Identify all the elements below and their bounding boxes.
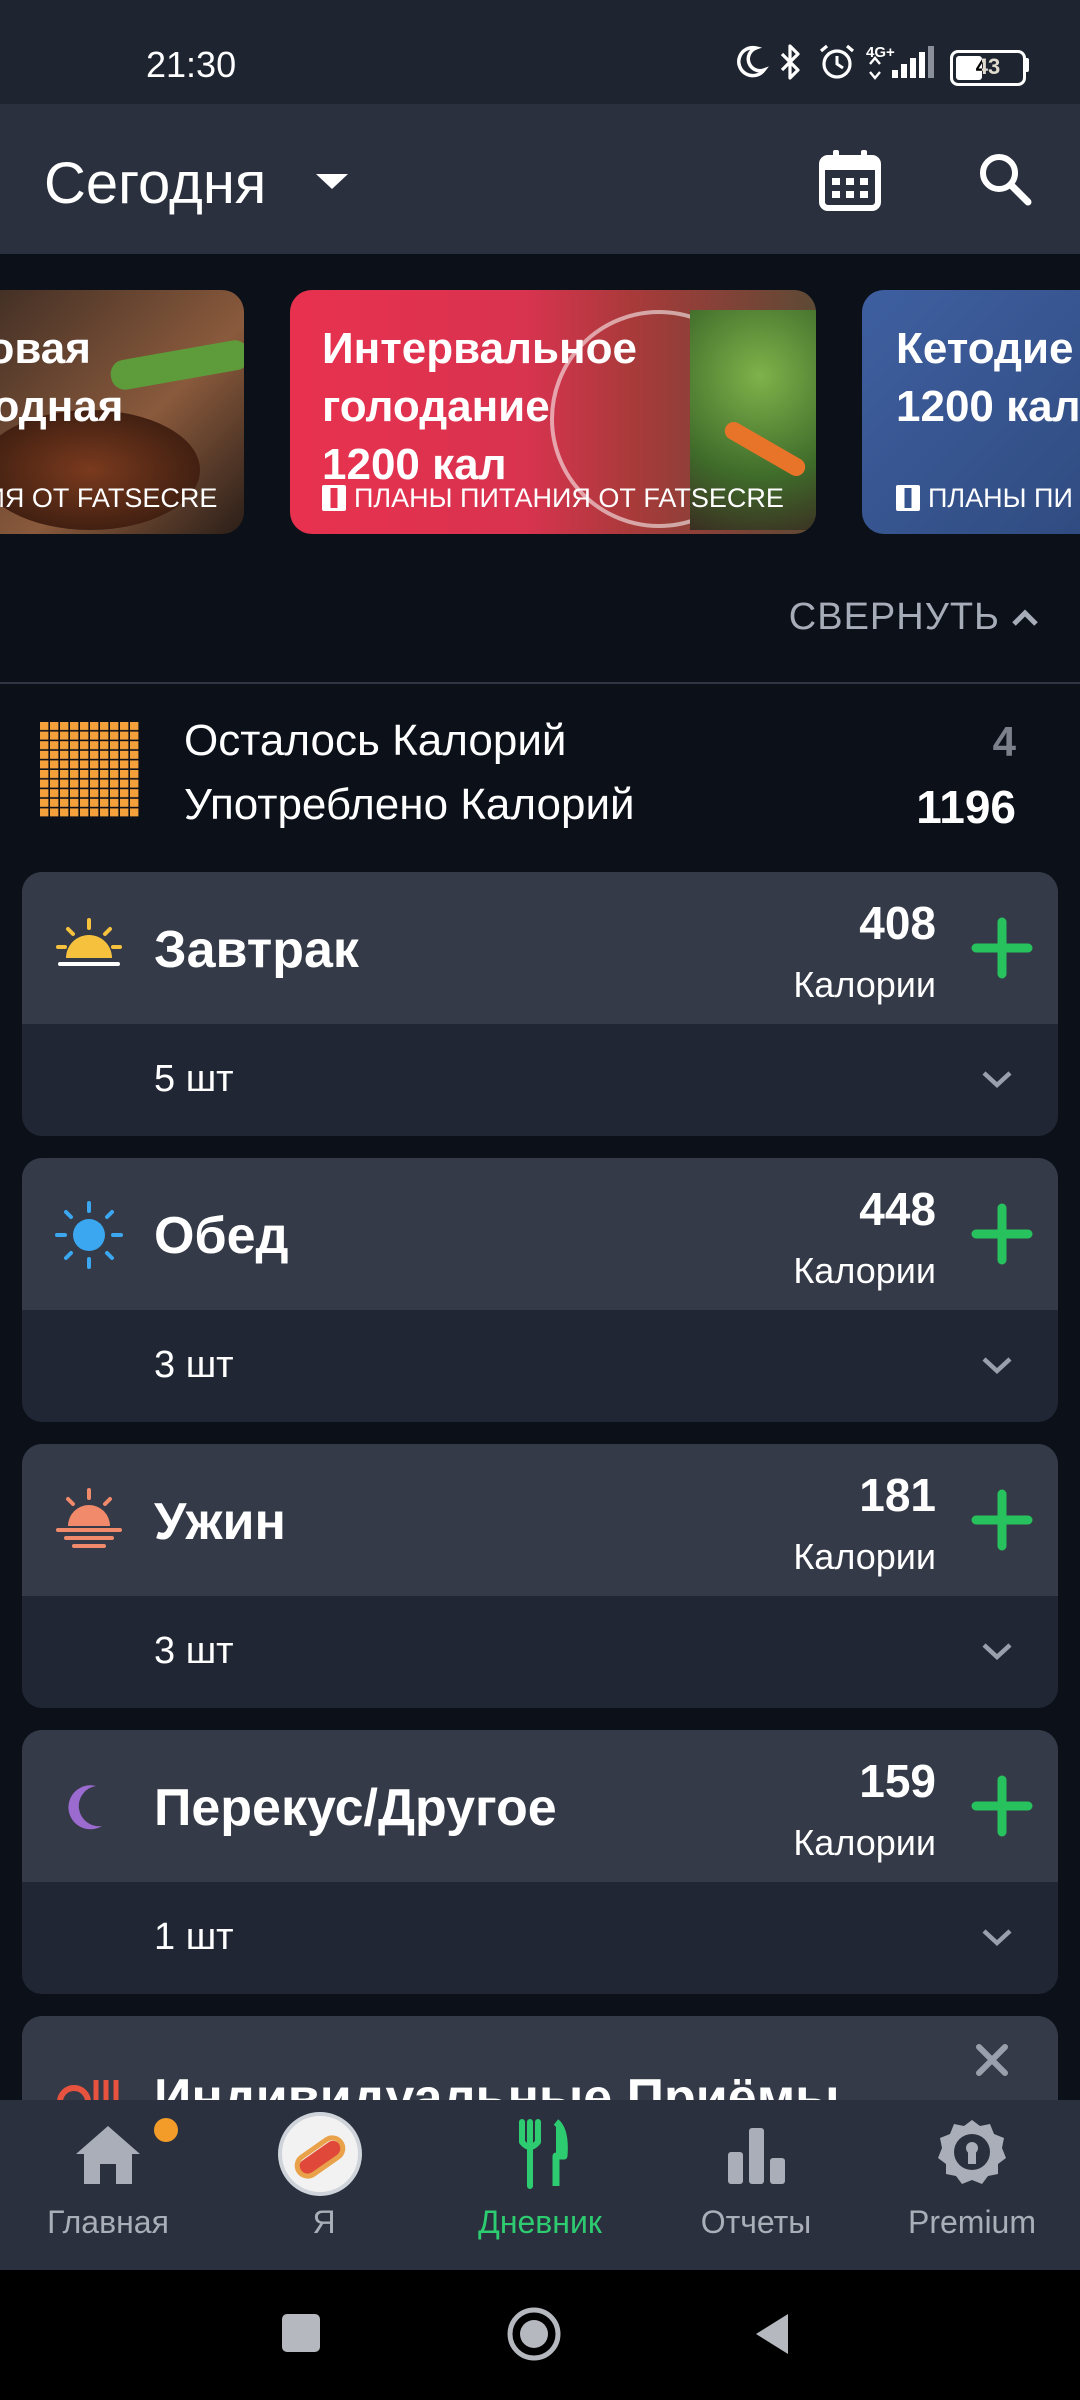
notification-dot <box>154 2118 178 2142</box>
meal-item-count: 1 шт <box>154 1916 234 1958</box>
meal-calories-label: Калории <box>793 1822 936 1863</box>
meal-plan-banner[interactable]: ковая водная НИЯ ОТ FATSECRE <box>0 290 244 534</box>
nav-label: Главная <box>47 2204 169 2240</box>
signal-icon <box>869 46 934 80</box>
chevron-down-icon[interactable] <box>980 1926 1014 1948</box>
meal-card-dinner[interactable]: Ужин 181 Калории 3 шт <box>22 1444 1058 1708</box>
banner-title-line: водная <box>0 382 124 431</box>
chevron-down-icon[interactable] <box>980 1068 1014 1090</box>
collapse-button[interactable]: СВЕРНУТЬ <box>789 596 1000 639</box>
recent-apps-button[interactable] <box>282 2314 320 2352</box>
meal-plan-carousel[interactable]: ковая водная НИЯ ОТ FATSECRE Интервально… <box>0 254 1080 580</box>
battery-tip <box>1024 58 1029 72</box>
meal-calories-value: 408 <box>859 897 936 949</box>
meal-title: Завтрак <box>154 921 359 979</box>
add-food-plus-icon[interactable] <box>970 1774 1034 1838</box>
chevron-down-icon[interactable] <box>980 1640 1014 1662</box>
map-icon <box>896 485 920 511</box>
chevron-up-icon[interactable] <box>1010 608 1040 628</box>
sunrise-icon <box>56 918 122 966</box>
add-food-plus-icon[interactable] <box>970 916 1034 980</box>
nav-item-home[interactable]: Главная <box>0 2100 216 2270</box>
close-icon[interactable] <box>974 2042 1010 2078</box>
meal-card-lunch[interactable]: Обед 448 Калории 3 шт <box>22 1158 1058 1422</box>
consumed-calories-value: 1196 <box>916 781 1016 833</box>
meal-item-count: 3 шт <box>154 1344 234 1386</box>
add-food-plus-icon[interactable] <box>970 1202 1034 1266</box>
remaining-calories-label: Осталось Калорий <box>184 716 567 765</box>
moon-icon <box>68 1785 102 1830</box>
banner-subtitle: НИЯ ОТ FATSECRE <box>0 483 218 513</box>
meal-title: Ужин <box>154 1493 286 1551</box>
map-icon <box>322 485 346 511</box>
nav-item-premium[interactable]: Premium <box>864 2100 1080 2270</box>
meal-item-count: 3 шт <box>154 1630 234 1672</box>
banner-title-line: 1200 кал <box>896 382 1080 431</box>
nav-item-reports[interactable]: Отчеты <box>648 2100 864 2270</box>
nav-item-diary[interactable]: Дневник <box>432 2100 648 2270</box>
consumed-calories-label: Употреблено Калорий <box>184 780 635 829</box>
nav-label: Отчеты <box>700 2204 812 2240</box>
banner-subtitle: ПЛАНЫ ПИТАНИЯ ОТ FATSECRE <box>354 483 784 513</box>
status-time: 21:30 <box>146 44 237 85</box>
bluetooth-icon <box>780 44 800 80</box>
home-icon <box>76 2126 140 2184</box>
caret-down-icon[interactable] <box>316 174 348 189</box>
add-food-plus-icon[interactable] <box>970 1488 1034 1552</box>
home-button[interactable] <box>506 2306 562 2362</box>
banner-title-line: Кетодие <box>896 324 1074 373</box>
banner-subtitle: ПЛАНЫ ПИ <box>928 483 1073 513</box>
meal-plan-banner-keto[interactable]: Кетодие 1200 кал ПЛАНЫ ПИ <box>862 290 1080 534</box>
nav-label: Я <box>312 2204 336 2240</box>
sun-icon <box>55 1201 123 1269</box>
divider <box>0 682 1080 684</box>
fork-knife-icon <box>519 2119 568 2189</box>
nav-label: Premium <box>907 2204 1036 2240</box>
meal-calories-value: 448 <box>859 1183 936 1235</box>
bar-chart-icon <box>728 2128 785 2184</box>
alarm-icon <box>819 44 855 79</box>
do-not-disturb-moon-icon <box>737 45 769 78</box>
chevron-down-icon[interactable] <box>980 1354 1014 1376</box>
date-selector-label[interactable]: Сегодня <box>44 150 266 217</box>
battery-level: 43 <box>975 54 1001 79</box>
calorie-grid-icon <box>40 722 140 818</box>
banner-title-line: Интервальное <box>322 324 637 373</box>
nav-label: Дневник <box>478 2204 602 2240</box>
meal-calories-label: Калории <box>793 1250 936 1291</box>
meal-calories-value: 159 <box>859 1755 936 1807</box>
battery-icon: 43 <box>950 50 1026 86</box>
banner-title-line: ковая <box>0 324 91 373</box>
premium-badge-icon <box>938 2120 1006 2184</box>
search-icon[interactable] <box>976 150 1034 208</box>
avatar-icon <box>278 2112 362 2196</box>
meal-title: Перекус/Другое <box>154 1779 557 1837</box>
meal-title: Обед <box>154 1207 289 1265</box>
meal-card-snack[interactable]: Перекус/Другое 159 Калории 1 шт <box>22 1730 1058 1994</box>
nav-item-me[interactable]: Я <box>216 2100 432 2270</box>
meal-calories-label: Калории <box>793 1536 936 1577</box>
asparagus-image <box>108 338 244 392</box>
meal-card-breakfast[interactable]: Завтрак 408 Калории 5 шт <box>22 872 1058 1136</box>
meal-calories-label: Калории <box>793 964 936 1005</box>
meal-plan-banner-intermittent-fasting[interactable]: Интервальное голодание 1200 кал ПЛАНЫ ПИ… <box>290 290 816 534</box>
meal-item-count: 5 шт <box>154 1058 234 1100</box>
sunset-icon <box>56 1488 122 1548</box>
remaining-calories-value: 4 <box>992 718 1016 765</box>
banner-title-line: голодание <box>322 382 550 431</box>
meal-calories-value: 181 <box>859 1469 936 1521</box>
back-button[interactable] <box>752 2310 792 2358</box>
calendar-icon[interactable] <box>818 148 882 212</box>
